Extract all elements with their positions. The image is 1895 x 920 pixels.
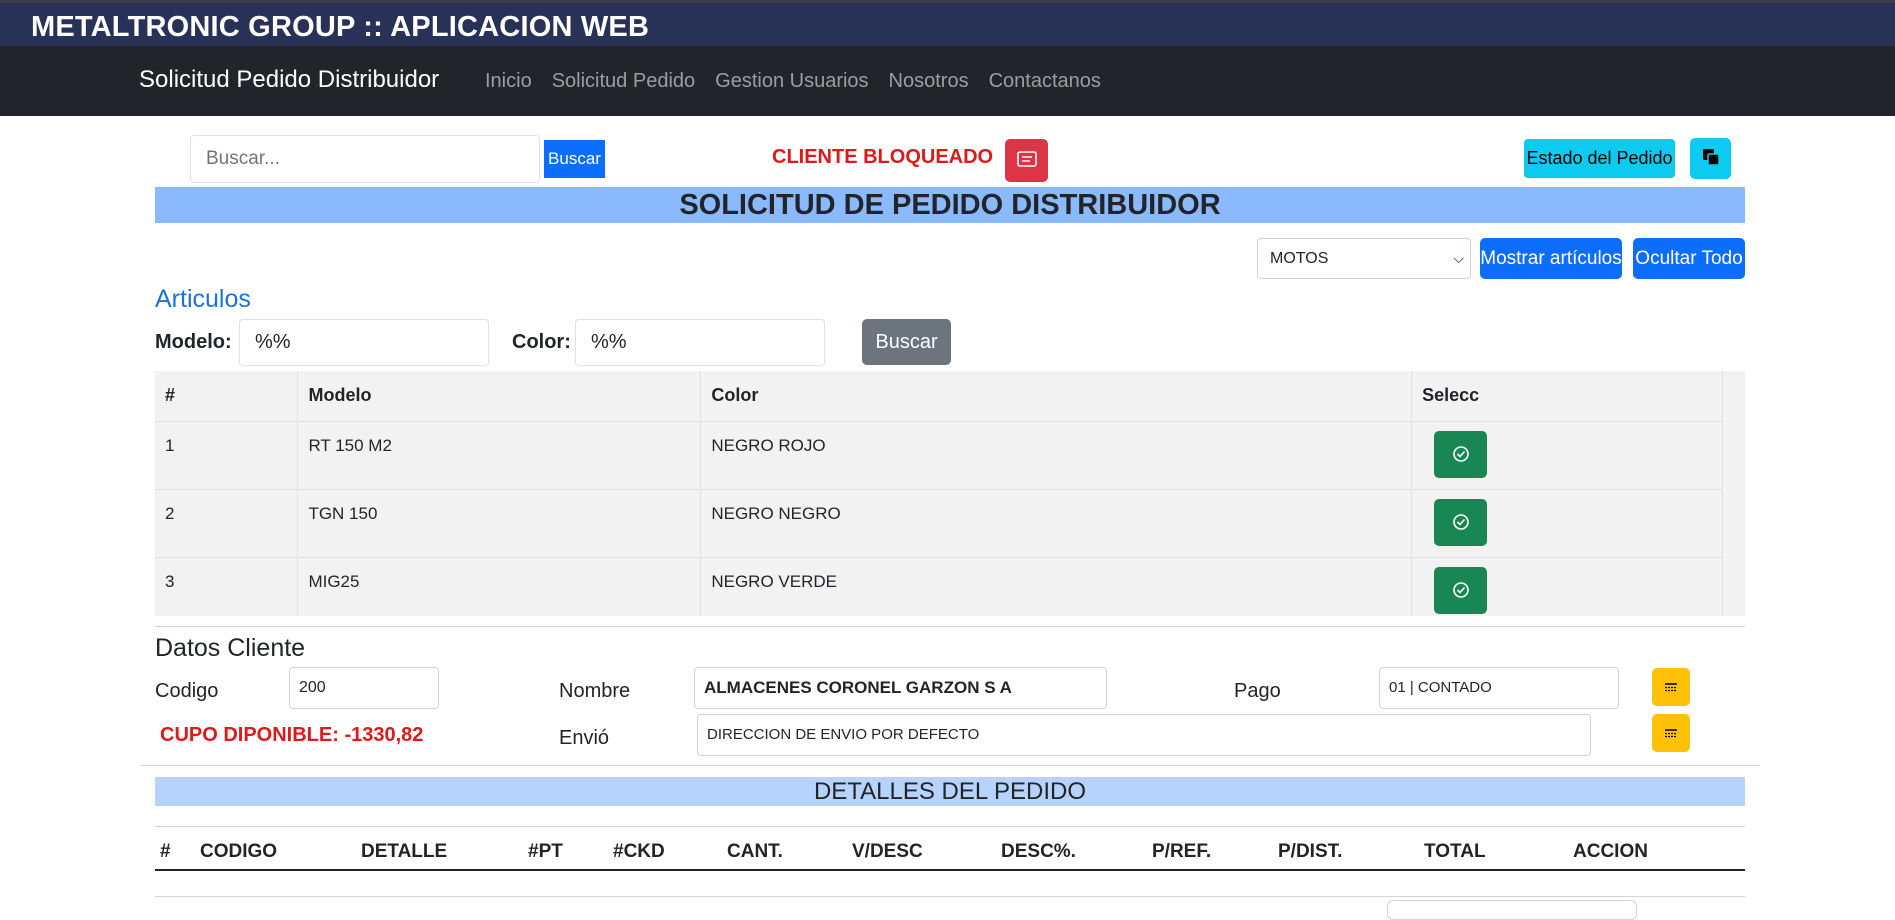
column-header: #CKD (613, 841, 665, 862)
codigo-label: Codigo (155, 680, 219, 702)
check-circle-icon (1452, 582, 1469, 598)
row-number: 2 (155, 489, 299, 558)
divider (155, 869, 1745, 871)
color-input[interactable]: %% (575, 319, 825, 366)
chevron-down-icon: ⌵ (1453, 250, 1464, 266)
nombre-label: Nombre (559, 680, 631, 702)
client-blocked-label: CLIENTE BLOQUEADO (772, 146, 994, 168)
search-button[interactable]: Buscar (544, 140, 605, 178)
app-title: METALTRONIC GROUP :: APLICACION WEB (31, 11, 650, 43)
detalles-banner: DETALLES DEL PEDIDO (155, 777, 1745, 806)
pago-select-button[interactable] (1652, 668, 1690, 706)
row-color: NEGRO VERDE (700, 557, 1413, 616)
column-header: DESC%. (1001, 841, 1076, 862)
datos-cliente-heading: Datos Cliente (155, 634, 306, 662)
column-header: #PT (528, 841, 563, 862)
check-circle-icon (1452, 446, 1469, 462)
blocked-details-button[interactable] (1005, 139, 1048, 182)
select-row-button[interactable] (1434, 498, 1488, 546)
table-row: 1 RT 150 M2 NEGRO ROJO (155, 421, 1723, 490)
message-icon (1016, 151, 1037, 167)
check-circle-icon (1452, 514, 1469, 530)
nav-link-nosotros[interactable]: Nosotros (889, 70, 969, 93)
nav-link-contactanos[interactable]: Contactanos (989, 70, 1101, 93)
row-number: 3 (155, 557, 299, 616)
nav-link-solicitud-pedido[interactable]: Solicitud Pedido (552, 70, 695, 93)
page-title-banner: SOLICITUD DE PEDIDO DISTRIBUIDOR (155, 187, 1745, 223)
column-header: Color (700, 371, 1413, 422)
envio-field[interactable]: DIRECCION DE ENVIO POR DEFECTO (697, 714, 1591, 756)
row-modelo: MIG25 (297, 557, 702, 616)
divider (155, 896, 1745, 897)
column-header: Selecc (1411, 371, 1723, 422)
select-row-button[interactable] (1434, 566, 1488, 614)
nav-links: Inicio Solicitud Pedido Gestion Usuarios… (485, 70, 1101, 93)
column-header: # (160, 841, 171, 862)
column-header: ACCION (1573, 841, 1648, 862)
category-select[interactable]: MOTOS ⌵ (1257, 238, 1471, 279)
envio-label: Envió (559, 727, 610, 749)
nav-link-gestion-usuarios[interactable]: Gestion Usuarios (715, 70, 868, 93)
color-label: Color: (512, 331, 571, 353)
navbar-brand[interactable]: Solicitud Pedido Distribuidor (139, 66, 439, 94)
envio-select-button[interactable] (1652, 714, 1690, 752)
column-header: Modelo (297, 371, 702, 422)
column-header: TOTAL (1424, 841, 1486, 862)
partial-input[interactable] (1387, 900, 1637, 920)
nombre-field[interactable]: ALMACENES CORONEL GARZON S A ALCORGA (694, 667, 1107, 737)
list-icon (1665, 682, 1677, 691)
articulos-heading: Articulos (155, 285, 251, 313)
nav-link-inicio[interactable]: Inicio (485, 70, 532, 93)
pago-label: Pago (1234, 680, 1281, 702)
articulos-search-button[interactable]: Buscar (862, 319, 951, 365)
cupo-disponible: CUPO DIPONIBLE: -1330,82 (160, 724, 424, 746)
hide-all-button[interactable]: Ocultar Todo (1633, 238, 1745, 279)
column-header: DETALLE (361, 841, 448, 862)
row-modelo: TGN 150 (297, 489, 702, 558)
copy-button[interactable] (1690, 138, 1731, 179)
column-header: # (155, 371, 299, 422)
pago-field[interactable]: 01 | CONTADO (1379, 667, 1619, 709)
divider (155, 826, 1745, 827)
table-row: 2 TGN 150 NEGRO NEGRO (155, 489, 1723, 558)
modelo-input[interactable]: %% (239, 319, 489, 366)
table-row: 3 MIG25 NEGRO VERDE (155, 557, 1723, 616)
column-header: P/REF. (1152, 841, 1212, 862)
category-select-value: MOTOS (1270, 250, 1329, 267)
modelo-label: Modelo: (155, 331, 232, 353)
search-input[interactable] (190, 135, 540, 183)
row-number: 1 (155, 421, 299, 490)
copy-icon (1702, 149, 1720, 166)
app-header: METALTRONIC GROUP :: APLICACION WEB (0, 0, 1895, 46)
divider (155, 626, 1745, 627)
row-color: NEGRO NEGRO (700, 489, 1413, 558)
order-status-button[interactable]: Estado del Pedido (1524, 139, 1675, 178)
articulos-table-container[interactable]: # Modelo Color Selecc 1 RT 150 M2 NEGRO … (155, 371, 1745, 616)
navbar: Solicitud Pedido Distribuidor Inicio Sol… (0, 46, 1895, 116)
codigo-field[interactable]: 200 (289, 667, 439, 709)
articulos-table: # Modelo Color Selecc 1 RT 150 M2 NEGRO … (155, 371, 1723, 616)
list-icon (1665, 728, 1677, 737)
row-color: NEGRO ROJO (700, 421, 1413, 490)
table-header-row: # Modelo Color Selecc (155, 371, 1723, 422)
column-header: CODIGO (200, 841, 278, 862)
row-modelo: RT 150 M2 (297, 421, 702, 490)
column-header: P/DIST. (1278, 841, 1343, 862)
select-row-button[interactable] (1434, 430, 1488, 478)
column-header: V/DESC (852, 841, 923, 862)
show-articles-button[interactable]: Mostrar artículos (1480, 238, 1622, 279)
column-header: CANT. (727, 841, 783, 862)
divider (140, 765, 1760, 766)
